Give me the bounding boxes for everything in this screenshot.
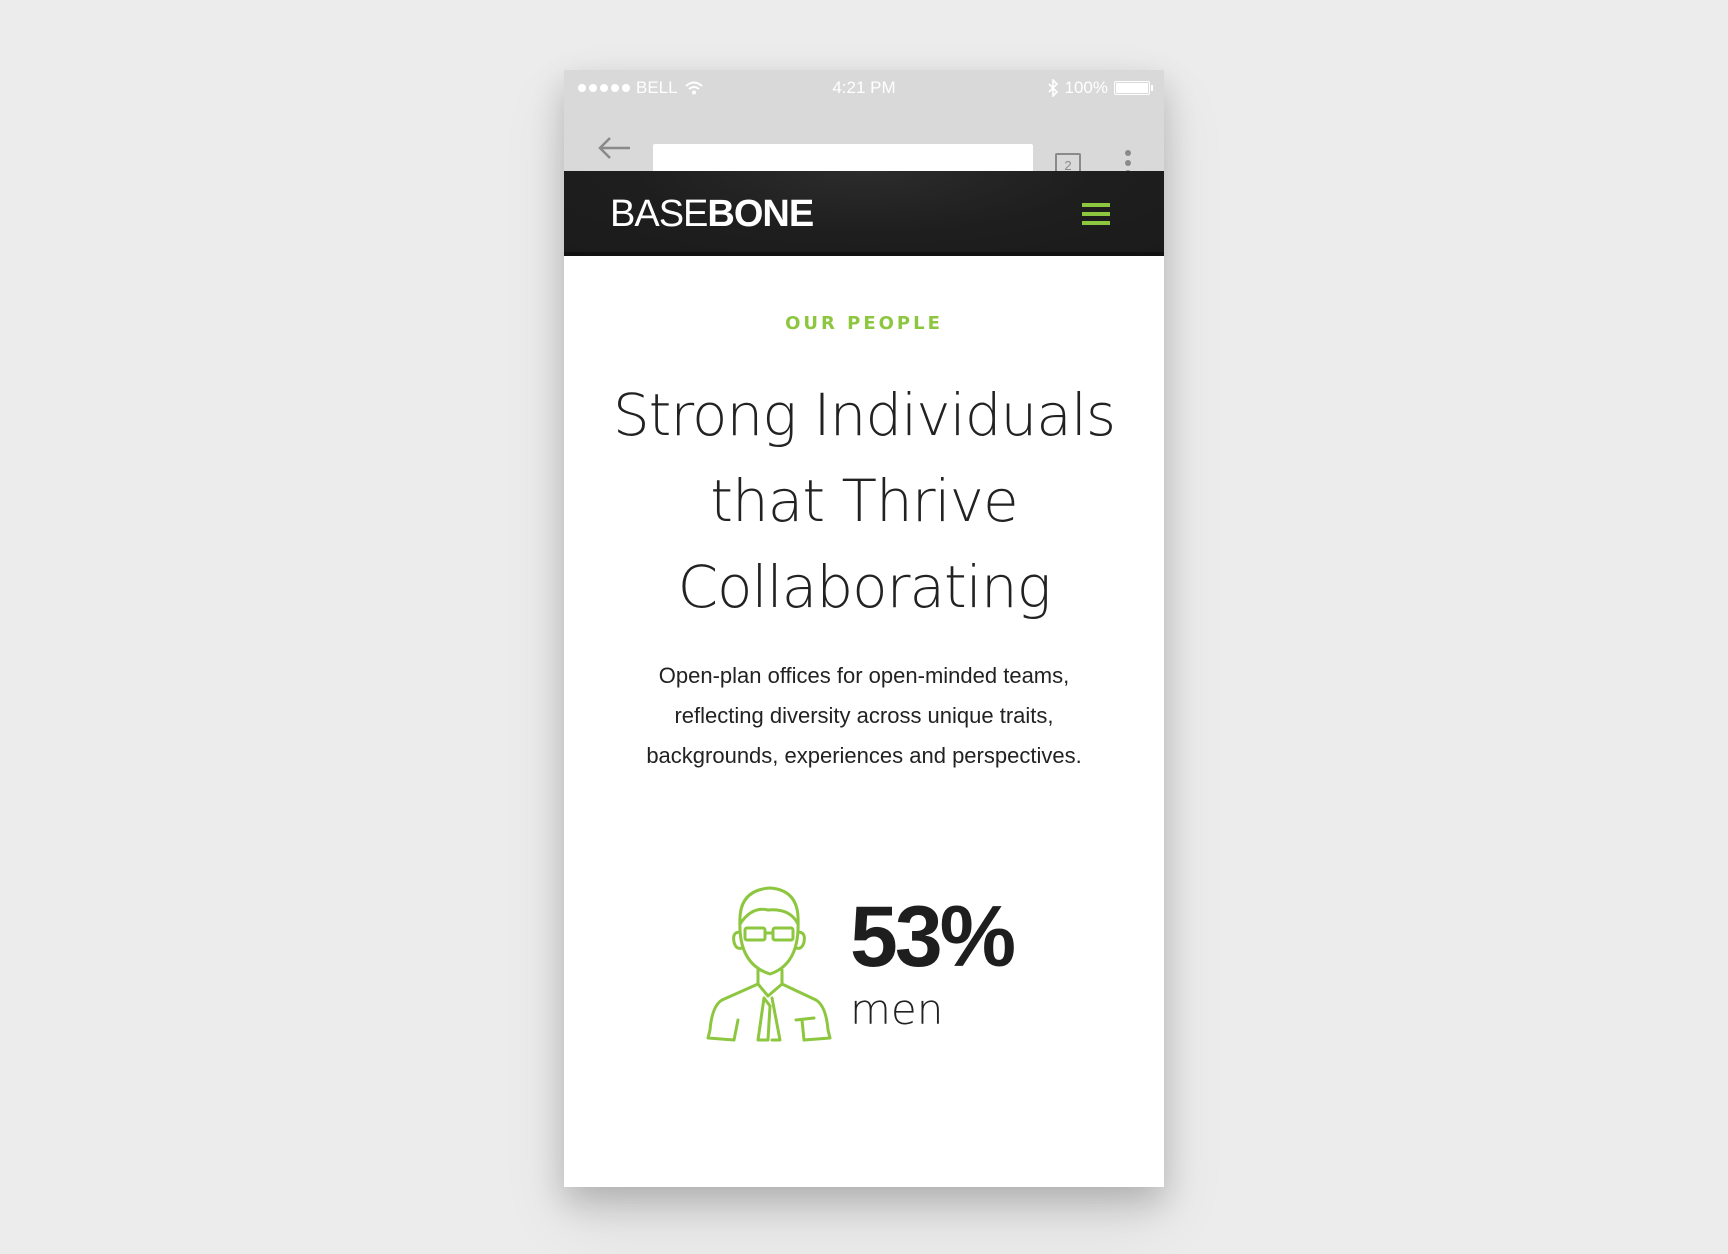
back-arrow-icon[interactable] bbox=[594, 128, 634, 168]
basebone-logo[interactable]: BASEBONE bbox=[610, 193, 814, 236]
bluetooth-icon bbox=[1047, 79, 1058, 97]
headline-line: that Thrive bbox=[710, 467, 1018, 535]
intro-line: backgrounds, experiences and perspective… bbox=[646, 743, 1082, 768]
intro-line: Open-plan offices for open-minded teams, bbox=[658, 663, 1070, 688]
battery-icon bbox=[1114, 81, 1153, 95]
section-eyebrow: OUR PEOPLE bbox=[785, 313, 943, 334]
stat-label: men bbox=[850, 985, 944, 1034]
men-stat: 53% men bbox=[704, 880, 1044, 1050]
battery-percent: 100% bbox=[1064, 78, 1108, 97]
site-header: BASEBONE bbox=[564, 171, 1164, 256]
man-with-glasses-icon bbox=[706, 886, 832, 1042]
page-headline: Strong Individuals that Thrive Collabora… bbox=[584, 372, 1144, 630]
stat-value: 53% bbox=[850, 889, 1016, 985]
status-right: 100% bbox=[1047, 78, 1153, 98]
status-bar: BELL 4:21 PM 100% bbox=[564, 70, 1164, 106]
intro-line: reflecting diversity across unique trait… bbox=[674, 703, 1054, 728]
hamburger-menu-icon[interactable] bbox=[1082, 203, 1110, 227]
headline-line: Strong Individuals bbox=[612, 381, 1116, 449]
headline-line: Collaborating bbox=[677, 553, 1052, 621]
intro-paragraph: Open-plan offices for open-minded teams,… bbox=[594, 656, 1134, 776]
phone-frame: BELL 4:21 PM 100% 2 BASEBONE OUR PEOPLE … bbox=[564, 70, 1164, 1187]
